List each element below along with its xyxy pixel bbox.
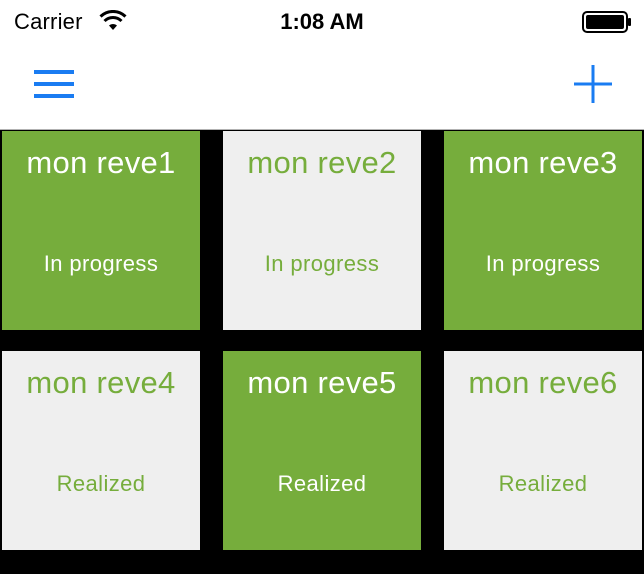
dream-status: In progress bbox=[43, 251, 159, 276]
dream-tile[interactable]: mon reve2 In progress bbox=[223, 131, 421, 330]
dream-tile[interactable]: mon reve4 Realized bbox=[2, 351, 200, 550]
menu-icon[interactable] bbox=[30, 66, 78, 102]
dream-tile[interactable]: mon reve6 Realized bbox=[444, 351, 642, 550]
dream-title: mon reve1 bbox=[26, 145, 176, 180]
dream-title: mon reve5 bbox=[247, 365, 397, 400]
dream-tile[interactable]: mon reve3 In progress bbox=[444, 131, 642, 330]
status-bar: Carrier 1:08 AM bbox=[0, 0, 644, 44]
dream-title: mon reve2 bbox=[247, 145, 397, 180]
dream-status: Realized bbox=[277, 471, 367, 496]
plus-icon[interactable] bbox=[570, 61, 616, 107]
dream-status: In progress bbox=[485, 251, 601, 276]
dream-tile[interactable]: mon reve5 Realized bbox=[223, 351, 421, 550]
dream-title: mon reve3 bbox=[468, 145, 618, 180]
dream-status: In progress bbox=[264, 251, 380, 276]
status-time: 1:08 AM bbox=[280, 9, 364, 34]
dream-tile[interactable]: mon reve1 In progress bbox=[2, 131, 200, 330]
nav-bar bbox=[0, 44, 644, 130]
dream-status: Realized bbox=[56, 471, 146, 496]
dream-title: mon reve6 bbox=[468, 365, 618, 400]
battery-icon bbox=[582, 11, 631, 33]
dream-status: Realized bbox=[498, 471, 588, 496]
dream-title: mon reve4 bbox=[26, 365, 176, 400]
